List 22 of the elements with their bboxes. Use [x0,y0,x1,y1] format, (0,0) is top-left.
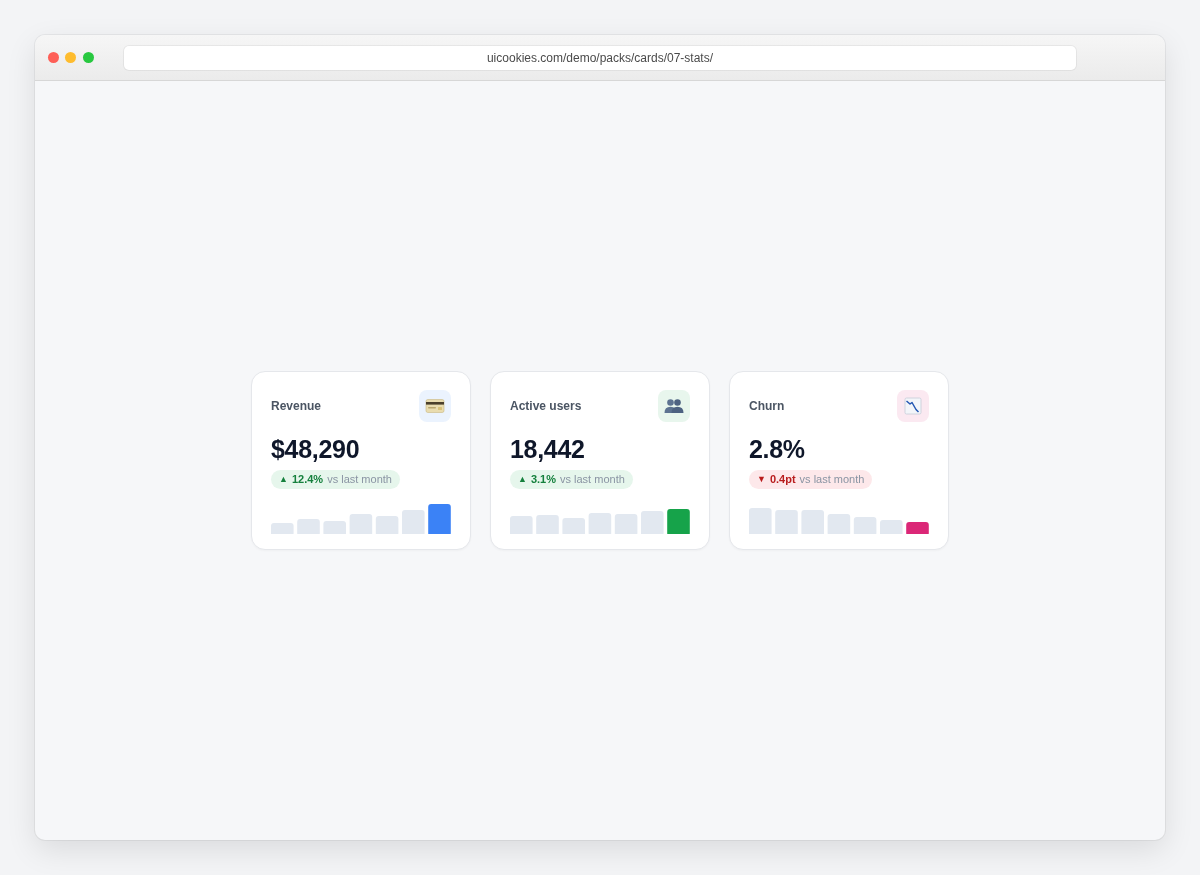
triangle-icon: ▲ [279,470,288,489]
stat-value: 2.8% [749,434,806,464]
stat-label: Active users [510,399,582,413]
people-icon [658,390,690,422]
change-value: 0.4pt [769,472,796,487]
credit-card-icon [419,390,451,422]
address-bar[interactable]: uicookies.com/demo/packs/cards/07-stats/ [124,45,1076,70]
change-value: 12.4% [291,472,324,487]
stat-value: $48,290 [271,434,361,464]
stat-label: Churn [749,399,785,413]
close-button[interactable] [47,52,59,63]
comparison-label: vs last month [799,472,865,487]
minimize-button[interactable] [65,52,76,63]
triangle-icon: ▼ [757,470,766,489]
stat-label: Revenue [271,399,322,413]
triangle-icon: ▲ [518,470,527,489]
falling-chart-icon [897,390,929,422]
comparison-label: vs last month [327,472,392,487]
maximize-button[interactable] [82,52,94,63]
stat-value: 18,442 [510,434,586,464]
comparison-label: vs last month [560,472,625,487]
change-value: 3.1% [530,472,556,487]
